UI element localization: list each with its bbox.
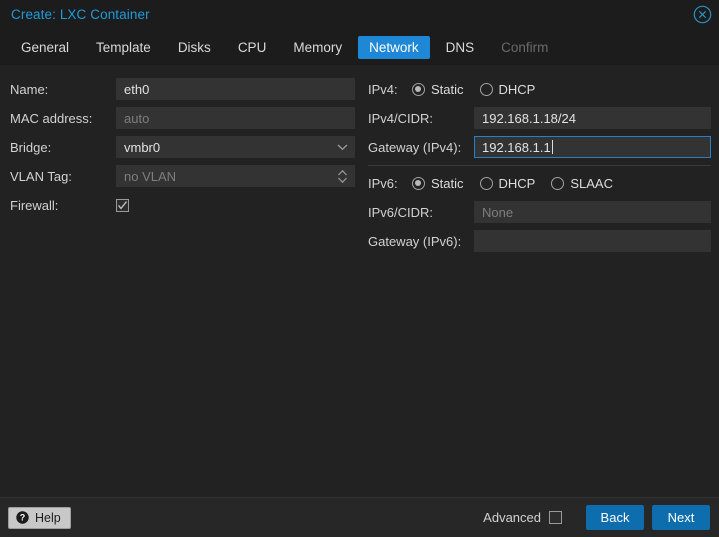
chevron-down-icon <box>337 137 348 157</box>
next-button[interactable]: Next <box>652 505 710 530</box>
ipv6-label: IPv6: <box>368 175 398 191</box>
svg-text:?: ? <box>20 513 26 523</box>
ipv6-radio-static-label: Static <box>431 175 464 191</box>
tab-memory[interactable]: Memory <box>282 36 353 59</box>
ipv6-cidr-label: IPv6/CIDR: <box>368 204 434 220</box>
ipv4-radio-dhcp[interactable]: DHCP <box>479 81 536 97</box>
create-lxc-container-dialog: Create: LXC Container General Template D… <box>0 0 719 537</box>
field-row-mac-address: MAC address: auto <box>10 107 355 129</box>
ipv4-cidr-input[interactable]: 192.168.1.18/24 <box>474 107 711 129</box>
spinner-updown-icon[interactable] <box>337 166 348 186</box>
field-row-ipv4-mode: IPv4: Static DHCP <box>368 78 711 100</box>
advanced-label: Advanced <box>483 510 541 525</box>
ipv6-radio-dhcp[interactable]: DHCP <box>479 175 536 191</box>
ipv4-label: IPv4: <box>368 81 398 97</box>
right-column: IPv4: Static DHCP IPv4/CIDR: 192.168.1.1… <box>368 78 711 259</box>
field-row-vlan-tag: VLAN Tag: no VLAN <box>10 165 355 187</box>
bridge-select[interactable]: vmbr0 <box>116 136 355 158</box>
dialog-toolbar: ? Help Advanced Back Next <box>0 497 719 537</box>
ipv6-cidr-input[interactable]: None <box>474 201 711 223</box>
vlan-tag-input[interactable]: no VLAN <box>116 165 355 187</box>
advanced-checkbox[interactable] <box>549 511 562 524</box>
radio-indicator-icon <box>412 176 425 190</box>
radio-indicator-icon <box>479 176 493 190</box>
bridge-select-value: vmbr0 <box>124 139 161 155</box>
ipv6-radio-slaac-label: SLAAC <box>570 175 613 191</box>
firewall-label: Firewall: <box>10 197 59 213</box>
ipv4-radio-static-label: Static <box>431 81 464 97</box>
wizard-tabbar: General Template Disks CPU Memory Networ… <box>0 29 719 65</box>
name-label: Name: <box>10 81 49 97</box>
dialog-title: Create: LXC Container <box>11 7 150 22</box>
field-row-ipv4-gateway: Gateway (IPv4): 192.168.1.1 <box>368 136 711 158</box>
radio-indicator-icon <box>412 82 425 96</box>
field-row-ipv6-cidr: IPv6/CIDR: None <box>368 201 711 223</box>
ipv4-mode-radiogroup: Static DHCP <box>412 82 711 97</box>
radio-indicator-icon <box>479 82 493 96</box>
close-icon[interactable] <box>693 5 712 24</box>
ipv4-gateway-input[interactable]: 192.168.1.1 <box>474 136 711 158</box>
tab-general[interactable]: General <box>10 36 80 59</box>
tab-cpu[interactable]: CPU <box>227 36 278 59</box>
field-row-ipv4-cidr: IPv4/CIDR: 192.168.1.18/24 <box>368 107 711 129</box>
mac-address-input[interactable]: auto <box>116 107 355 129</box>
text-caret <box>551 140 553 154</box>
question-circle-icon: ? <box>16 511 29 524</box>
field-row-name: Name: eth0 <box>10 78 355 100</box>
firewall-checkbox[interactable] <box>116 198 129 212</box>
help-button-label: Help <box>35 510 61 525</box>
network-settings-form: Name: eth0 MAC address: auto Bridge: vmb… <box>0 65 719 497</box>
ipv4-gateway-value: 192.168.1.1 <box>482 139 551 155</box>
ipv4-cidr-label: IPv4/CIDR: <box>368 110 434 126</box>
dialog-titlebar: Create: LXC Container <box>0 0 719 29</box>
ipv6-gateway-label: Gateway (IPv6): <box>368 233 462 249</box>
ipv4-gateway-label: Gateway (IPv4): <box>368 139 462 155</box>
left-column: Name: eth0 MAC address: auto Bridge: vmb… <box>10 78 355 223</box>
toolbar-right-group: Advanced Back Next <box>483 505 710 530</box>
ipv4-radio-dhcp-label: DHCP <box>498 81 536 97</box>
ipv4-radio-static[interactable]: Static <box>412 82 464 97</box>
vlan-tag-label: VLAN Tag: <box>10 168 72 184</box>
radio-indicator-icon <box>551 176 565 190</box>
ipv6-radio-dhcp-label: DHCP <box>498 175 536 191</box>
help-button[interactable]: ? Help <box>8 506 71 529</box>
field-row-ipv6-gateway: Gateway (IPv6): <box>368 230 711 252</box>
name-input[interactable]: eth0 <box>116 78 355 100</box>
tab-dns[interactable]: DNS <box>435 36 486 59</box>
back-button[interactable]: Back <box>586 505 644 530</box>
vlan-tag-placeholder: no VLAN <box>124 168 177 184</box>
field-row-bridge: Bridge: vmbr0 <box>10 136 355 158</box>
field-row-ipv6-mode: IPv6: Static DHCP SLAAC <box>368 172 711 194</box>
section-divider <box>368 165 711 166</box>
tab-confirm: Confirm <box>501 39 549 55</box>
ipv6-radio-slaac[interactable]: SLAAC <box>551 176 613 191</box>
field-row-firewall: Firewall: <box>10 194 355 216</box>
bridge-label: Bridge: <box>10 139 52 155</box>
tab-template[interactable]: Template <box>85 36 162 59</box>
ipv6-radio-static[interactable]: Static <box>412 176 464 191</box>
mac-address-label: MAC address: <box>10 110 93 126</box>
ipv6-gateway-input[interactable] <box>474 230 711 252</box>
ipv6-mode-radiogroup: Static DHCP SLAAC <box>412 176 711 191</box>
tab-disks[interactable]: Disks <box>167 36 222 59</box>
tab-network[interactable]: Network <box>358 35 430 59</box>
